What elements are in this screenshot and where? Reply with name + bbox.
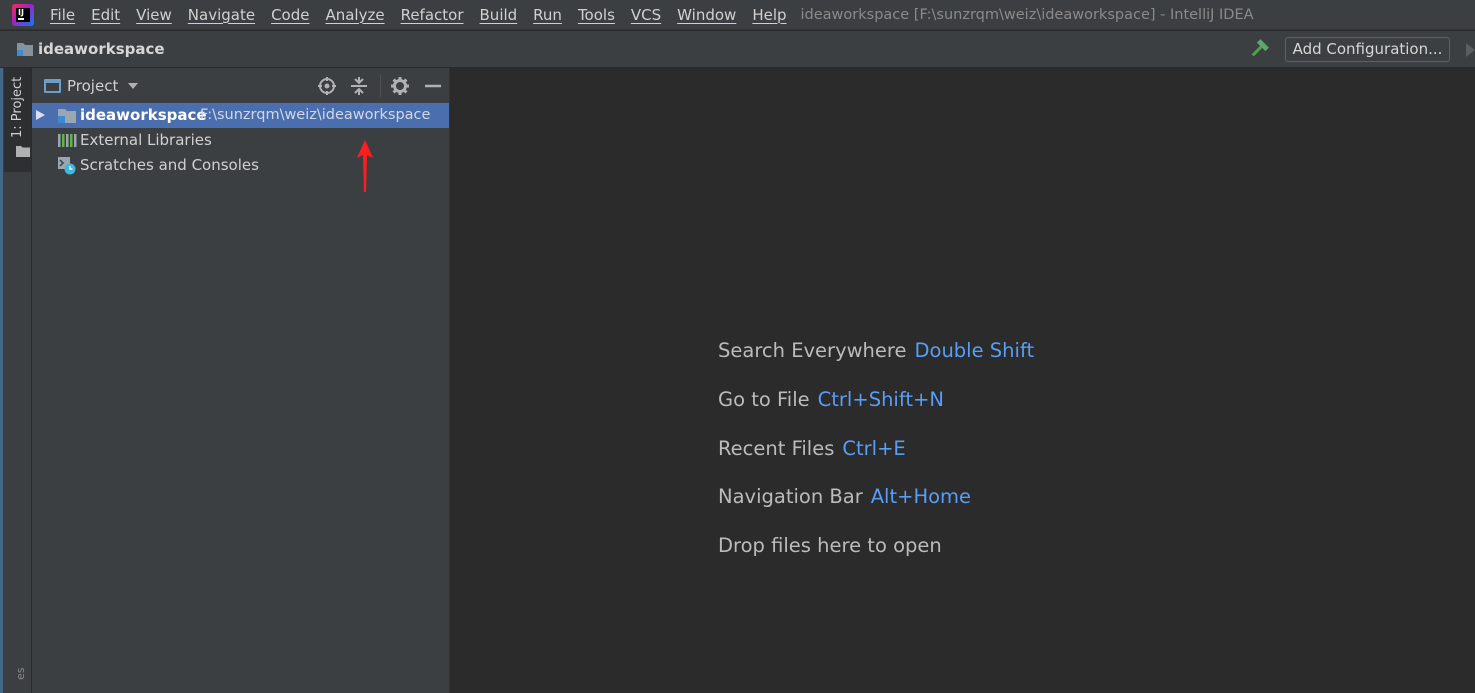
menu-vcs[interactable]: VCS: [623, 0, 669, 30]
hint-shortcut: Double Shift: [914, 339, 1035, 362]
hint-text: Navigation Bar: [718, 485, 863, 509]
intellij-idea-icon: IJ: [12, 3, 34, 26]
menu-file[interactable]: File: [42, 0, 83, 30]
title-bar: IJ File Edit View Navigate Code Analyze …: [0, 0, 1475, 30]
red-arrow-annotation: [357, 140, 373, 192]
breadcrumb-project[interactable]: ideaworkspace: [38, 40, 165, 58]
hint-text: Recent Files: [718, 436, 835, 460]
menu-refactor[interactable]: Refactor: [393, 0, 472, 30]
left-tool-window-stripe: 1: Project es: [0, 68, 32, 693]
window-title: ideaworkspace [F:\sunzrqm\weiz\ideaworks…: [800, 6, 1254, 23]
chevron-down-icon[interactable]: [128, 82, 139, 89]
main-menu: File Edit View Navigate Code Analyze Ref…: [42, 0, 795, 30]
stripe-bottom-label[interactable]: es: [14, 668, 27, 681]
tree-row-external-libraries[interactable]: External Libraries: [32, 128, 449, 153]
scratches-icon: [58, 157, 76, 175]
menu-navigate[interactable]: Navigate: [180, 0, 263, 30]
module-folder-icon: [17, 43, 33, 56]
project-tree: ideaworkspace F:\sunzrqm\weiz\ideaworksp…: [32, 103, 449, 178]
menu-view[interactable]: View: [128, 0, 180, 30]
menu-build[interactable]: Build: [472, 0, 526, 30]
expand-arrow-icon[interactable]: [36, 110, 45, 120]
hint-drop-files: Drop files here to open: [718, 531, 1034, 580]
gear-icon[interactable]: [390, 76, 410, 96]
menu-window[interactable]: Window: [669, 0, 744, 30]
hammer-icon[interactable]: [1249, 39, 1269, 59]
navigation-bar: ideaworkspace Add Configuration...: [0, 31, 1475, 68]
hint-shortcut: Alt+Home: [870, 485, 972, 509]
project-panel-header: Project: [32, 68, 449, 103]
project-tool-window: Project ideaworkspace F:\sunzrqm\weiz\id…: [32, 68, 450, 693]
hint-text: Search Everywhere: [718, 339, 907, 362]
menu-code[interactable]: Code: [263, 0, 317, 30]
toolbar-separator: [380, 75, 381, 97]
tree-row-label: Scratches and Consoles: [80, 156, 259, 174]
hint-shortcut: Ctrl+E: [842, 436, 906, 460]
menu-edit[interactable]: Edit: [83, 0, 128, 30]
editor-hints: Search Everywhere Double Shift Go to File…: [718, 336, 1034, 580]
hint-recent-files: Recent Files Ctrl+E: [718, 434, 1034, 483]
project-view-selector[interactable]: Project: [67, 77, 118, 95]
menu-run[interactable]: Run: [525, 0, 570, 30]
tree-row-label: External Libraries: [80, 131, 212, 149]
tree-row-label: ideaworkspace: [80, 106, 207, 124]
libraries-icon: [58, 134, 77, 147]
folder-icon: [16, 146, 30, 157]
collapse-all-icon[interactable]: [349, 76, 369, 96]
module-folder-icon: [58, 109, 76, 123]
locate-icon[interactable]: [317, 76, 337, 96]
stripe-accent-line: [0, 68, 3, 693]
hint-search-everywhere: Search Everywhere Double Shift: [718, 336, 1034, 385]
project-view-icon: [44, 78, 61, 93]
add-configuration-button[interactable]: Add Configuration...: [1285, 37, 1450, 62]
tree-row-path: F:\sunzrqm\weiz\ideaworkspace: [200, 107, 431, 123]
hide-icon[interactable]: [423, 76, 443, 96]
hint-text: Go to File: [718, 387, 810, 411]
tree-row-scratches[interactable]: Scratches and Consoles: [32, 153, 449, 178]
project-tool-tab-label: 1: Project: [10, 76, 25, 138]
hint-text: Drop files here to open: [718, 534, 942, 558]
hint-shortcut: Ctrl+Shift+N: [817, 387, 944, 411]
hint-go-to-file: Go to File Ctrl+Shift+N: [718, 385, 1034, 434]
run-icon[interactable]: [1466, 43, 1475, 57]
menu-analyze[interactable]: Analyze: [317, 0, 392, 30]
editor-empty-area[interactable]: Search Everywhere Double Shift Go to File…: [451, 68, 1475, 693]
tree-row-ideaworkspace[interactable]: ideaworkspace F:\sunzrqm\weiz\ideaworksp…: [32, 103, 449, 128]
menu-help[interactable]: Help: [744, 0, 794, 30]
hint-navigation-bar: Navigation Bar Alt+Home: [718, 482, 1034, 531]
project-tool-tab[interactable]: 1: Project: [4, 68, 31, 172]
menu-tools[interactable]: Tools: [570, 0, 623, 30]
